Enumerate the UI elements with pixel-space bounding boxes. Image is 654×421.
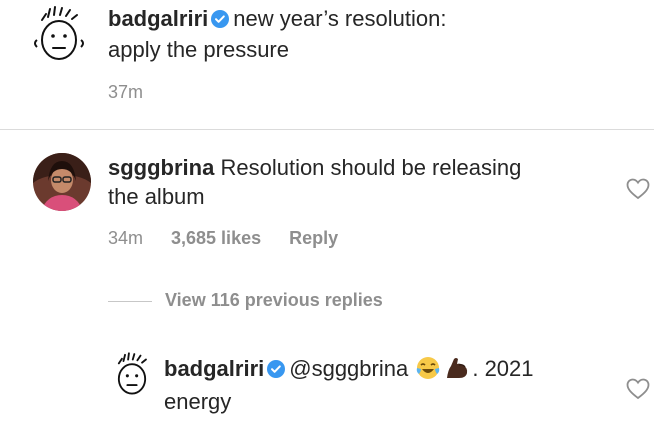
post-avatar[interactable] bbox=[28, 4, 90, 66]
post-caption-text-2: apply the pressure bbox=[108, 37, 289, 62]
heart-outline-icon bbox=[626, 378, 650, 400]
comment-text-1: Resolution should be releasing bbox=[220, 155, 522, 180]
divider bbox=[0, 129, 654, 130]
post-username[interactable]: badgalriri bbox=[108, 6, 208, 31]
reply-mention[interactable]: @sgggbrina bbox=[289, 356, 408, 381]
reply-body: badgalriri @sgggbrina . 2021 energy bbox=[164, 354, 614, 416]
post-time: 37m bbox=[108, 82, 144, 102]
reply-username[interactable]: badgalriri bbox=[164, 356, 264, 381]
doodle-face-avatar-icon bbox=[28, 4, 90, 66]
comment-time: 34m bbox=[108, 228, 144, 248]
verified-badge-icon bbox=[267, 356, 286, 385]
flexed-biceps-emoji bbox=[444, 356, 470, 387]
comment-reply-button[interactable]: Reply bbox=[289, 228, 338, 248]
comment-username[interactable]: sgggbrina bbox=[108, 155, 214, 180]
comment-body: sgggbrina Resolution should be releasing… bbox=[108, 153, 578, 211]
tears-of-joy-emoji bbox=[416, 356, 440, 387]
comment-meta: 34m 3,685 likes Reply bbox=[108, 228, 366, 249]
view-previous-replies[interactable]: View 116 previous replies bbox=[165, 290, 383, 311]
post-meta: 37m bbox=[108, 82, 171, 103]
doodle-face-avatar-icon bbox=[108, 351, 156, 399]
comment-text-2: the album bbox=[108, 184, 205, 209]
reply-text-2: energy bbox=[164, 389, 232, 414]
comment-likes[interactable]: 3,685 likes bbox=[171, 228, 261, 248]
post-caption: badgalriri new year’s resolution: apply t… bbox=[108, 4, 628, 64]
comment-like-button[interactable] bbox=[626, 178, 650, 200]
reply-like-button[interactable] bbox=[626, 378, 650, 400]
comment-avatar[interactable] bbox=[33, 153, 91, 211]
reply-text-after: . 2021 bbox=[472, 356, 534, 381]
heart-outline-icon bbox=[626, 178, 650, 200]
verified-badge-icon bbox=[211, 6, 230, 35]
profile-photo-avatar bbox=[33, 153, 91, 211]
post-caption-text-1: new year’s resolution: bbox=[233, 6, 447, 31]
reply-avatar[interactable] bbox=[108, 351, 156, 399]
view-replies-line bbox=[108, 301, 152, 302]
